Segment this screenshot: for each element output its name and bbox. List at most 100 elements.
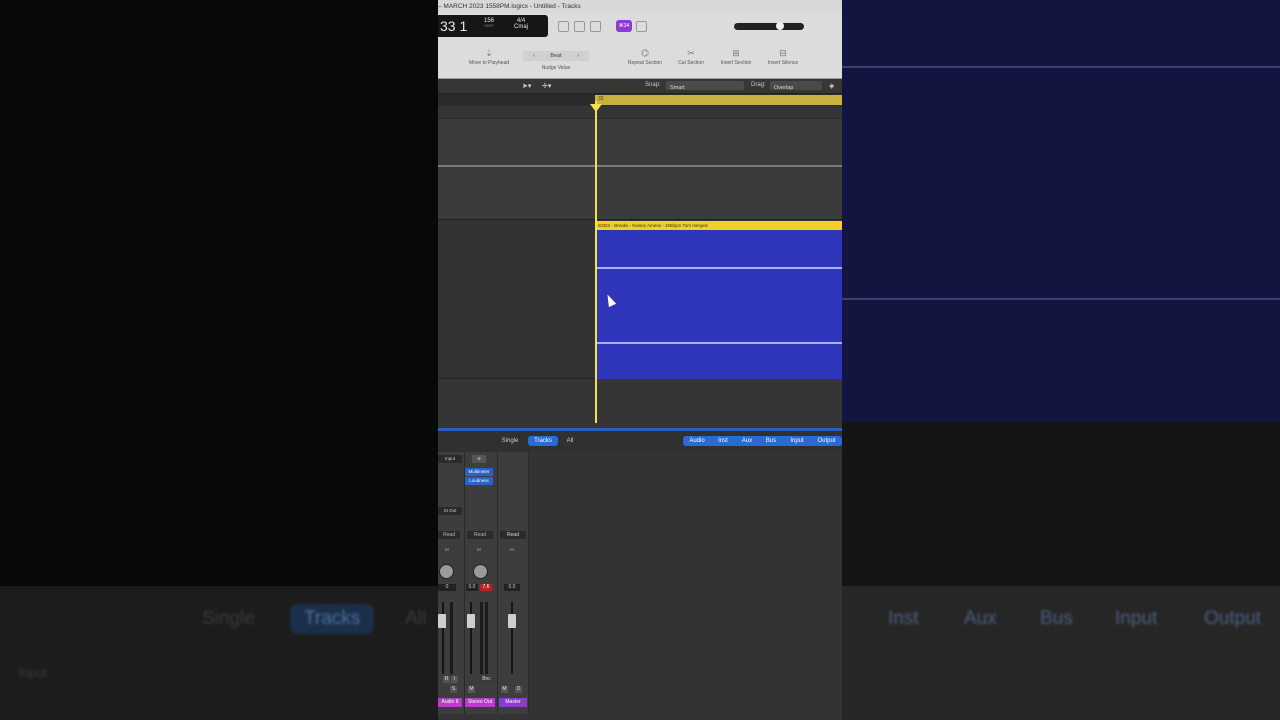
strip2-plugin-multimeter[interactable]: Multimeter [465, 468, 493, 476]
tuner-icon[interactable] [574, 21, 585, 32]
playhead-handle-icon[interactable] [590, 104, 602, 112]
tool-label-silence: Insert Silence [767, 60, 799, 66]
window-title: – MARCH 2023 1558PM.logicx - Untitled - … [438, 0, 842, 13]
playhead[interactable] [595, 101, 597, 423]
strip1-input-monitor-button[interactable]: I [451, 676, 458, 683]
strip1-fader-cap[interactable] [438, 614, 446, 628]
strip1-pan-knob[interactable] [439, 564, 454, 579]
filter-inst[interactable]: Inst [711, 436, 735, 446]
control-bar: 33 1 156 KEEP 4/4 Cmaj ⌘34 ⇣ Move to Pla… [438, 13, 842, 79]
strip2-volume-value: 0.0 [466, 584, 478, 591]
strip3-fader-cap[interactable] [508, 614, 516, 628]
filter-bus[interactable]: Bus [759, 436, 783, 446]
strip2-mute-button[interactable]: M [468, 686, 475, 693]
backdrop-filter-aux: Aux [964, 608, 997, 629]
drag-label: Drag: [751, 82, 766, 88]
region-waveform-left [595, 267, 842, 269]
strip2-automation-mode[interactable]: Read [467, 531, 493, 539]
strip1-name[interactable]: Audio 8 [438, 698, 462, 707]
tool-label-repeat: Repeat Section [627, 60, 663, 66]
insert-silence-tool[interactable]: ⊟ Insert Silence [763, 48, 803, 66]
strip2-bounce-button[interactable]: Bnc [480, 676, 493, 683]
strip3-name[interactable]: Master [499, 698, 527, 707]
backdrop-view-all: All [405, 608, 427, 629]
backdrop-wave-bottom [842, 298, 1280, 300]
strip3-automation-mode[interactable]: Read [500, 531, 526, 539]
snap-select[interactable]: Smart [666, 81, 744, 91]
beat-value: Beat [550, 53, 562, 59]
strip2-name[interactable]: Stereo Out [465, 698, 495, 707]
strip2-level-meter-l [480, 602, 483, 674]
filter-audio[interactable]: Audio [683, 436, 711, 446]
strip1-output-slot[interactable]: St Out [438, 507, 462, 515]
mixer-view-tracks[interactable]: Tracks [528, 436, 558, 446]
channel-strip-audio8 [438, 452, 465, 714]
metronome-icon[interactable] [636, 21, 647, 32]
nudge-beat-selector[interactable]: ‹ Beat › [523, 51, 589, 61]
track-lane-1[interactable] [438, 118, 842, 220]
channel-strip-stereo-out [465, 452, 498, 714]
count-in-icon[interactable] [590, 21, 601, 32]
logic-window: – MARCH 2023 1558PM.logicx - Untitled - … [438, 0, 842, 720]
secondary-tool-icon[interactable]: ✛▾ [542, 82, 551, 90]
master-volume-slider[interactable] [734, 22, 804, 30]
tool-label-insert: Insert Section [720, 60, 752, 66]
key-command-badge[interactable]: ⌘34 [616, 20, 632, 32]
strip1-automation-mode[interactable]: Read [438, 531, 460, 539]
strip3-fader-track[interactable] [511, 602, 513, 674]
filter-aux[interactable]: Aux [735, 436, 759, 446]
backdrop-right-lower2 [842, 586, 1280, 720]
tool-label-move: Move to Playhead [468, 60, 510, 66]
strip3-group-icon[interactable]: ⋈ [505, 546, 519, 554]
filter-input[interactable]: Input [783, 436, 811, 446]
strip2-level-meter-r [485, 602, 488, 674]
repeat-section-tool[interactable]: ⌬ Repeat Section [624, 48, 666, 66]
snap-value: Smart [670, 85, 685, 91]
strip1-input-slot[interactable]: Input [438, 455, 462, 463]
audio-region[interactable]: SSDS - Breaks - Noisey Amens - 156bpm To… [595, 221, 842, 379]
backdrop-right: Inst Aux Bus Input Output [842, 0, 1280, 720]
mixer-view-all[interactable]: All [562, 436, 578, 446]
backdrop-wave-top [842, 66, 1280, 68]
backdrop-filter-bus: Bus [1040, 608, 1073, 629]
lcd-tempo-label: KEEP [484, 24, 494, 28]
waveform-zoom-icon[interactable]: ◈ [829, 82, 834, 90]
pointer-tool-icon[interactable]: ➤▾ [522, 82, 531, 90]
backdrop-filter-input: Input [1115, 608, 1158, 629]
chevron-right-icon[interactable]: › [577, 53, 579, 59]
tool-label-nudge: Nudge Value [541, 65, 571, 71]
cut-section-tool[interactable]: ✂ Cut Section [672, 48, 710, 66]
lcd-display[interactable]: 33 1 156 KEEP 4/4 Cmaj [438, 15, 548, 37]
backdrop-input: Input [18, 665, 47, 680]
strip2-fader-cap[interactable] [467, 614, 475, 628]
strip1-fader-track[interactable] [442, 602, 444, 674]
cycle-ruler[interactable]: 33 [595, 95, 842, 105]
backdrop-filter-inst: Inst [888, 608, 919, 629]
insert-section-icon: ⊞ [732, 48, 740, 58]
lcd-key: Cmaj [514, 24, 529, 30]
mixer-view-single[interactable]: Single [498, 436, 522, 446]
insert-section-tool[interactable]: ⊞ Insert Section [715, 48, 757, 66]
strip2-pan-knob[interactable] [473, 564, 488, 579]
filter-output[interactable]: Output [811, 436, 842, 446]
nudge-value-tool: Nudge Value [534, 65, 578, 71]
backdrop-view-single: Single [202, 608, 255, 629]
cycle-icon[interactable] [558, 21, 569, 32]
lcd-signature-group: 4/4 Cmaj [514, 18, 528, 30]
strip3-mute-button[interactable]: M [501, 686, 508, 693]
strip1-record-button[interactable]: R [443, 676, 450, 683]
strip2-group-icon[interactable]: ⋈ [472, 546, 486, 554]
master-volume-knob[interactable] [776, 22, 784, 30]
strip3-dim-button[interactable]: D [515, 686, 522, 693]
strip2-fader-track[interactable] [470, 602, 472, 674]
region-header[interactable]: SSDS - Breaks - Noisey Amens - 156bpm To… [595, 221, 842, 230]
move-to-playhead-tool[interactable]: ⇣ Move to Playhead [464, 48, 514, 66]
mixer-toolbar: Single Tracks All Audio Inst Aux Bus Inp… [438, 431, 842, 453]
strip2-link-icon[interactable]: ⊕ [472, 455, 486, 463]
tracks-menu-bar: ➤▾ ✛▾ Snap: Smart Drag: Overlap ◈ [438, 79, 842, 94]
strip2-plugin-loudness[interactable]: Loudness [465, 477, 493, 485]
strip1-solo-button[interactable]: S [450, 686, 457, 693]
strip1-group-icon[interactable]: ⋈ [440, 546, 454, 554]
drag-select[interactable]: Overlap [770, 81, 822, 91]
chevron-left-icon[interactable]: ‹ [533, 53, 535, 59]
